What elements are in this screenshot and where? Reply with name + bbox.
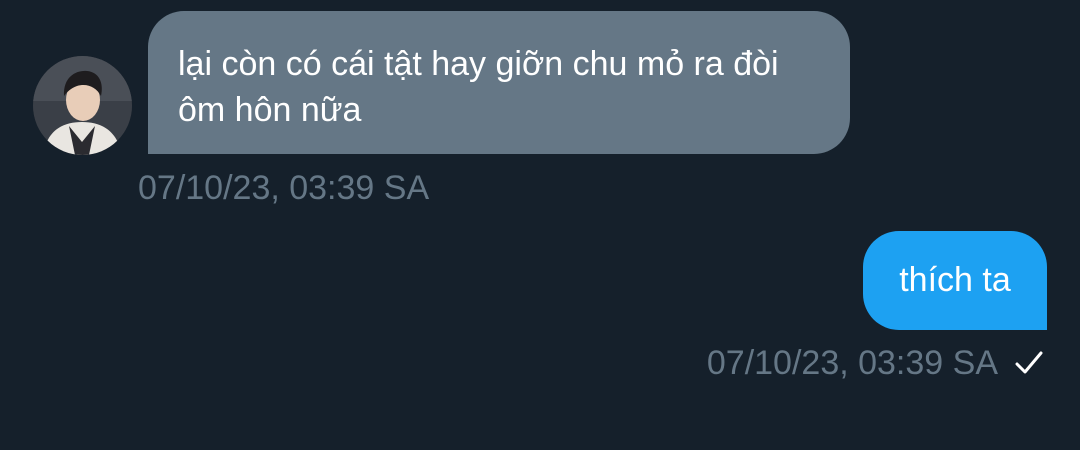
sent-message-timestamp: 07/10/23, 03:39 SA — [706, 344, 998, 382]
sender-avatar[interactable] — [33, 56, 132, 155]
checkmark-icon — [1014, 348, 1044, 378]
received-message-text: lại còn có cái tật hay giỡn chu mỏ ra đò… — [178, 45, 779, 129]
avatar-image — [33, 56, 132, 155]
sent-message-text: thích ta — [899, 261, 1011, 299]
received-message-timestamp: 07/10/23, 03:39 SA — [138, 169, 430, 207]
received-message-bubble[interactable]: lại còn có cái tật hay giỡn chu mỏ ra đò… — [148, 11, 850, 154]
sent-message-bubble[interactable]: thích ta — [863, 231, 1047, 330]
sent-message-meta: 07/10/23, 03:39 SA — [707, 341, 1044, 385]
